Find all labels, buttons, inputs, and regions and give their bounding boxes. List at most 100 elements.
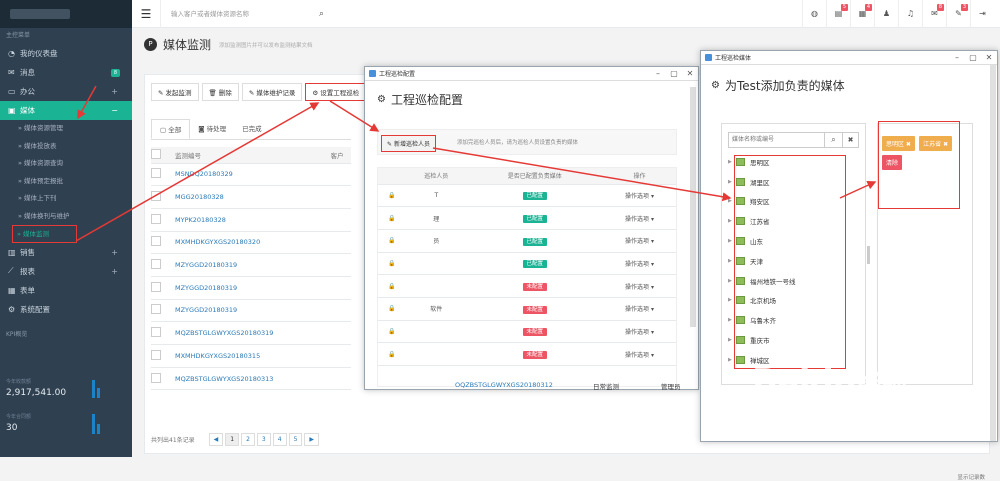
chat-icon[interactable]: ✎ 3 <box>946 0 970 28</box>
maximize-icon[interactable]: ▢ <box>666 69 682 78</box>
table-row[interactable]: 🔒 未配置 操作选项 ▾ <box>378 320 676 344</box>
splitter-handle[interactable] <box>867 246 870 264</box>
monitor-code-link[interactable]: OQZBSTGLGWYXGS20180312 <box>455 381 553 389</box>
row-checkbox[interactable] <box>151 372 161 383</box>
actions-dropdown[interactable]: 操作选项 ▾ <box>602 274 676 298</box>
sidebar-item-forms[interactable]: ▦ 表单 <box>0 281 132 300</box>
row-checkbox[interactable] <box>151 168 161 179</box>
table-row[interactable]: MGG20180328 <box>151 185 351 209</box>
mail-icon[interactable]: ✉ 8 <box>922 0 946 28</box>
sidebar-item-sales[interactable]: ▥ 销售 + <box>0 243 132 262</box>
sidebar-sub-item[interactable]: » 媒体上下刊 <box>0 190 132 208</box>
monitor-code-link[interactable]: MQZBSTGLGWYXGS20180319 <box>175 321 331 345</box>
tab-done[interactable]: 已完成 <box>234 119 270 139</box>
actions-dropdown[interactable]: 操作选项 ▾ <box>602 206 676 230</box>
sidebar-item-media[interactable]: ▣ 媒体 − <box>0 101 132 120</box>
table-row[interactable]: MQZBSTGLGWYXGS20180313 <box>151 367 351 391</box>
monitor-code-link[interactable]: MZYGGD20180319 <box>175 253 331 277</box>
row-checkbox[interactable] <box>151 259 161 270</box>
table-row[interactable]: 🔒 未配置 操作选项 ▾ <box>378 274 676 298</box>
row-checkbox[interactable] <box>151 213 161 224</box>
sidebar-item-settings[interactable]: ⚙ 系统配置 <box>0 300 132 319</box>
table-row[interactable]: MZYGGD20180319 <box>151 299 351 323</box>
row-checkbox[interactable] <box>151 327 161 338</box>
table-row[interactable]: 🔒 软件 未配置 操作选项 ▾ <box>378 297 676 321</box>
page-link[interactable]: 4 <box>272 433 287 446</box>
sidebar-sub-item[interactable]: » 媒体资源查询 <box>0 155 132 173</box>
monitor-code-link[interactable]: MGG20180328 <box>175 185 331 209</box>
row-checkbox[interactable] <box>151 349 161 360</box>
sidebar-item-reports[interactable]: ⟋ 报表 + <box>0 262 132 281</box>
page-link[interactable]: 5 <box>288 433 303 446</box>
actions-dropdown[interactable]: 操作选项 ▾ <box>602 297 676 321</box>
maximize-icon[interactable]: ▢ <box>965 53 981 62</box>
monitor-code-link[interactable]: MXMHDKGYXGS20180320 <box>175 231 331 255</box>
table-row[interactable]: MXMHDKGYXGS20180315 <box>151 344 351 368</box>
globe-icon[interactable]: ◍ <box>802 0 826 28</box>
sidebar-item-dashboard[interactable]: ◔ 我的仪表盘 <box>0 44 132 63</box>
table-row[interactable]: MSNDQ20180329 <box>151 163 351 187</box>
row-checkbox[interactable] <box>151 191 161 202</box>
delete-button[interactable]: 🗑 删除 <box>201 83 239 101</box>
sidebar-item-messages[interactable]: ✉ 消息 8 <box>0 63 132 82</box>
table-row[interactable]: 🔒 理 已配置 操作选项 ▾ <box>378 206 676 230</box>
row-checkbox[interactable] <box>151 236 161 247</box>
monitor-code-link[interactable]: MSNDQ20180329 <box>175 163 331 187</box>
monitor-code-link[interactable]: MQZBSTGLGWYXGS20180313 <box>175 367 331 391</box>
close-icon[interactable]: ✕ <box>981 53 997 62</box>
table-row[interactable]: 🔒 未配置 操作选项 ▾ <box>378 342 676 366</box>
start-monitor-button[interactable]: ✎ 发起监测 <box>151 83 199 101</box>
add-inspector-button[interactable]: ✎ 新增巡检人员 <box>381 135 436 152</box>
table-row[interactable]: MQZBSTGLGWYXGS20180319 <box>151 321 351 345</box>
monitor-code-link[interactable]: MZYGGD20180319 <box>175 299 331 323</box>
monitor-code-link[interactable]: MYPK20180328 <box>175 208 331 232</box>
sidebar-sub-item[interactable]: » 媒体预定报批 <box>0 173 132 191</box>
actions-dropdown[interactable]: 操作选项 ▾ <box>602 252 676 276</box>
table-row[interactable]: MZYGGD20180319 <box>151 253 351 277</box>
page-link[interactable]: 3 <box>256 433 271 446</box>
search-icon[interactable]: ⌕ <box>824 133 842 147</box>
tasks-icon[interactable]: ▤ 5 <box>826 0 850 28</box>
actions-dropdown[interactable]: 操作选项 ▾ <box>602 320 676 344</box>
page-link[interactable]: 2 <box>241 433 255 446</box>
bell-icon[interactable]: ♫ <box>898 0 922 28</box>
actions-dropdown[interactable]: 操作选项 ▾ <box>602 184 676 208</box>
tree-search-input[interactable]: 媒体名称或编号 <box>729 133 824 147</box>
table-row[interactable]: MZYGGD20180319 <box>151 276 351 300</box>
row-checkbox[interactable] <box>151 281 161 292</box>
minimize-icon[interactable]: – <box>650 69 666 78</box>
scrollbar[interactable] <box>990 65 996 441</box>
actions-dropdown[interactable]: 操作选项 ▾ <box>602 229 676 253</box>
page-link[interactable]: 1 <box>225 433 240 446</box>
search-icon[interactable]: ⌕ <box>319 0 324 28</box>
prev-page-button[interactable]: ◀ <box>208 433 224 446</box>
sidebar-sub-item[interactable]: » 媒体投放表 <box>0 138 132 156</box>
tab-all[interactable]: ▢ 全部 <box>151 119 191 139</box>
monitor-code-link[interactable]: MZYGGD20180319 <box>175 276 331 300</box>
sidebar-item-office[interactable]: ▭ 办公 + <box>0 82 132 101</box>
menu-toggle-icon[interactable]: ☰ <box>132 7 160 21</box>
maintenance-log-button[interactable]: ✎ 媒体维护记录 <box>241 83 303 101</box>
inspection-config-button[interactable]: ⚙ 设置工程巡检 <box>305 83 367 101</box>
clear-icon[interactable]: ✖ <box>842 133 858 147</box>
minimize-icon[interactable]: – <box>949 53 965 62</box>
user-add-icon[interactable]: ♟ <box>874 0 898 28</box>
actions-dropdown[interactable]: 操作选项 ▾ <box>602 342 676 366</box>
monitor-code-link[interactable]: MXMHDKGYXGS20180315 <box>175 344 331 368</box>
table-row[interactable]: 🔒 T 已配置 操作选项 ▾ <box>378 184 676 208</box>
tab-pending[interactable]: ◙ 待处理 <box>190 119 234 139</box>
table-row[interactable]: MXMHDKGYXGS20180320 <box>151 231 351 255</box>
table-row[interactable]: MYPK20180328 <box>151 208 351 232</box>
table-row[interactable]: 🔒 已配置 操作选项 ▾ <box>378 252 676 276</box>
table-row[interactable]: 🔒 员 已配置 操作选项 ▾ <box>378 229 676 253</box>
next-page-button[interactable]: ▶ <box>304 433 320 446</box>
scrollbar[interactable] <box>690 87 696 327</box>
sidebar-sub-item[interactable]: » 媒体资源管理 <box>0 120 132 138</box>
calendar-icon[interactable]: ▦ 4 <box>850 0 874 28</box>
search-input[interactable]: 输入客户或者媒体资源名称 ⌕ <box>160 0 324 28</box>
sidebar-sub-item-media-monitor[interactable]: » 媒体监测 <box>12 225 77 243</box>
close-icon[interactable]: ✕ <box>682 69 698 78</box>
select-all-checkbox[interactable] <box>151 148 161 159</box>
row-checkbox[interactable] <box>151 304 161 315</box>
sidebar-sub-item[interactable]: » 媒体换刊与维护 <box>0 208 132 226</box>
